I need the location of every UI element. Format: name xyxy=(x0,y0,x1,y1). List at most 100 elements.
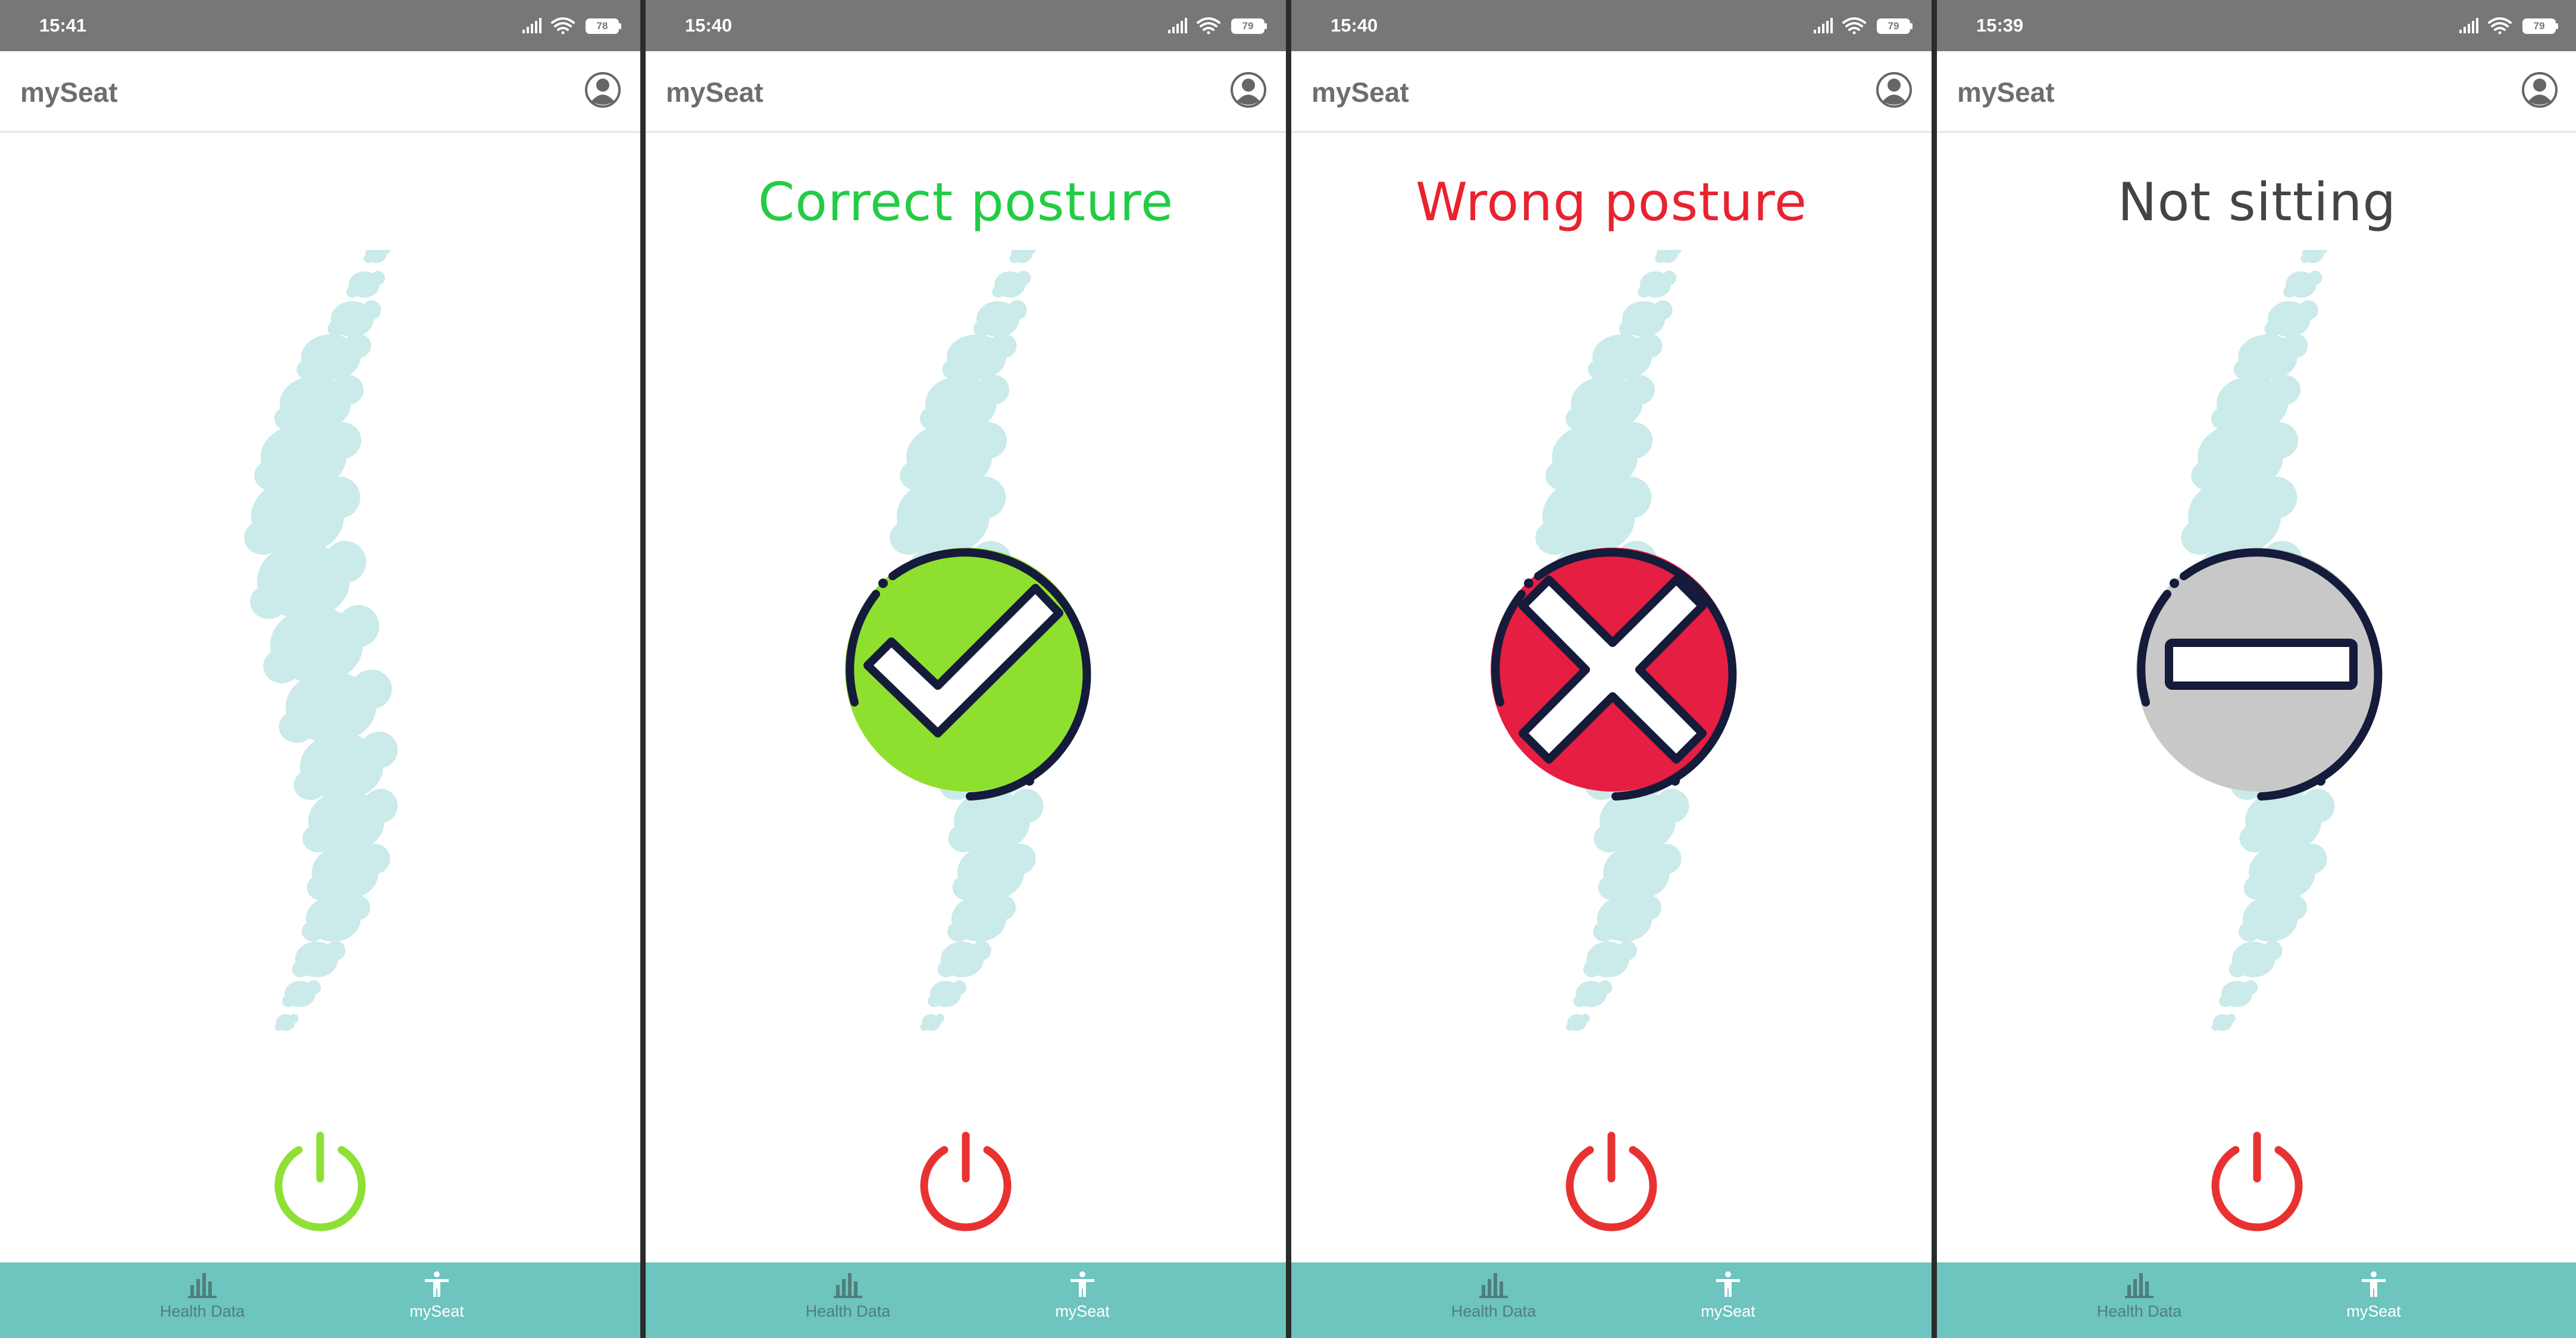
vertebra xyxy=(2228,940,2283,977)
nav-myseat[interactable]: mySeat xyxy=(2302,1271,2445,1330)
posture-status-heading: Correct posture xyxy=(758,171,1174,233)
phone-screen-1: 15:41 78 mySeat Health Data mySeat xyxy=(0,0,640,1338)
vertebra xyxy=(346,270,386,298)
vertebra xyxy=(2300,250,2328,263)
battery-level: 78 xyxy=(596,20,608,32)
nav-myseat-label: mySeat xyxy=(1055,1302,1110,1320)
vertebra xyxy=(2211,1014,2236,1031)
vertebra xyxy=(2233,333,2308,380)
account-button[interactable] xyxy=(584,71,621,108)
power-button[interactable] xyxy=(915,1131,1017,1233)
vertebra xyxy=(364,250,391,263)
vertebra xyxy=(937,940,991,977)
vertebra xyxy=(2264,300,2318,337)
nav-health-data-label: Health Data xyxy=(805,1302,891,1320)
vertebra xyxy=(292,940,346,977)
status-time: 15:40 xyxy=(1331,15,1378,36)
power-button[interactable] xyxy=(2206,1131,2308,1233)
status-icons: 79 xyxy=(1167,14,1268,38)
vertebra xyxy=(274,1014,299,1031)
signal-icon xyxy=(1168,18,1187,33)
vertebra xyxy=(942,333,1017,380)
signal-icon xyxy=(2459,18,2478,33)
badge-ring-dot xyxy=(878,579,888,588)
bar-chart-icon xyxy=(1479,1273,1508,1298)
status-bar: 15:39 79 xyxy=(1937,0,2576,51)
badge-ring-dot xyxy=(2316,776,2325,786)
vertebra xyxy=(302,895,371,942)
vertebra xyxy=(1593,895,1662,942)
vertebra xyxy=(1573,980,1613,1007)
phone-screen-4: 15:39 79 mySeat Not sitting Health Data … xyxy=(1937,0,2576,1338)
vertebra xyxy=(973,300,1027,337)
nav-myseat-label: mySeat xyxy=(409,1302,464,1320)
power-icon xyxy=(2211,1131,2303,1231)
vertebra xyxy=(947,895,1016,942)
vertebra xyxy=(1619,300,1673,337)
badge-ring-dot xyxy=(1025,776,1034,786)
account-button[interactable] xyxy=(2521,71,2558,108)
nav-health-data-label: Health Data xyxy=(2096,1302,2182,1320)
bottom-navigation: Health Data mySeat xyxy=(646,1262,1286,1338)
nav-health-data[interactable]: Health Data xyxy=(2068,1271,2211,1330)
vertebra xyxy=(1588,333,1663,380)
nav-health-data[interactable]: Health Data xyxy=(131,1271,274,1330)
nav-myseat-label: mySeat xyxy=(2346,1302,2401,1320)
account-icon xyxy=(1231,72,1266,108)
phone-screen-3: 15:40 79 mySeat Wrong posture Health Dat… xyxy=(1291,0,1932,1338)
app-title: mySeat xyxy=(666,77,763,108)
badge-ring-dot xyxy=(2170,579,2179,588)
nav-myseat[interactable]: mySeat xyxy=(1011,1271,1154,1330)
status-time: 15:41 xyxy=(39,15,87,36)
status-bar: 15:40 79 xyxy=(646,0,1286,51)
badge-ring-dot xyxy=(1670,776,1680,786)
person-icon xyxy=(1071,1271,1094,1297)
app-bar: mySeat xyxy=(1937,51,2576,133)
phone-screen-2: 15:40 79 mySeat Correct posture Health D… xyxy=(646,0,1286,1338)
screenshot-collage: 15:41 78 mySeat Health Data mySeat 15:40… xyxy=(0,0,2576,1338)
battery-level: 79 xyxy=(2533,20,2545,32)
status-time: 15:39 xyxy=(1976,15,2024,36)
app-title: mySeat xyxy=(20,77,118,108)
account-icon xyxy=(2522,72,2558,108)
posture-badge xyxy=(2136,548,2383,801)
vertebra xyxy=(1638,270,1677,298)
status-icons: 79 xyxy=(2458,14,2559,38)
nav-health-data[interactable]: Health Data xyxy=(777,1271,919,1330)
power-icon xyxy=(1566,1131,1657,1231)
signal-icon xyxy=(1814,18,1833,33)
vertebra xyxy=(2283,270,2323,298)
app-bar: mySeat xyxy=(0,51,640,133)
wifi-icon xyxy=(1197,17,1220,35)
person-icon xyxy=(2362,1271,2386,1297)
nav-myseat[interactable]: mySeat xyxy=(1657,1271,1799,1330)
vertebra xyxy=(928,980,967,1007)
vertebra xyxy=(1009,250,1037,263)
bottom-navigation: Health Data mySeat xyxy=(1937,1262,2576,1338)
account-icon xyxy=(585,72,621,108)
battery-level: 79 xyxy=(1888,20,1899,32)
power-button[interactable] xyxy=(1560,1131,1663,1233)
vertebra xyxy=(1566,1014,1590,1031)
badge-ring-dot xyxy=(1524,579,1533,588)
account-button[interactable] xyxy=(1230,71,1267,108)
status-time: 15:40 xyxy=(685,15,733,36)
vertebra xyxy=(263,605,380,683)
spine-illustration xyxy=(244,250,398,1031)
vertebra xyxy=(327,300,381,337)
battery-level: 79 xyxy=(1242,20,1254,32)
vertebra xyxy=(992,270,1031,298)
bar-chart-icon xyxy=(188,1273,217,1298)
nav-myseat[interactable]: mySeat xyxy=(365,1271,508,1330)
power-button[interactable] xyxy=(269,1131,371,1233)
vertebra xyxy=(2211,374,2300,431)
bar-chart-icon xyxy=(2125,1273,2154,1298)
account-button[interactable] xyxy=(1876,71,1913,108)
vertebra xyxy=(296,333,371,380)
status-icons: 79 xyxy=(1813,14,1914,38)
vertebra xyxy=(920,374,1009,431)
status-icons: 78 xyxy=(521,14,622,38)
app-bar: mySeat xyxy=(646,51,1286,133)
nav-health-data[interactable]: Health Data xyxy=(1422,1271,1565,1330)
vertebra xyxy=(2219,980,2258,1007)
